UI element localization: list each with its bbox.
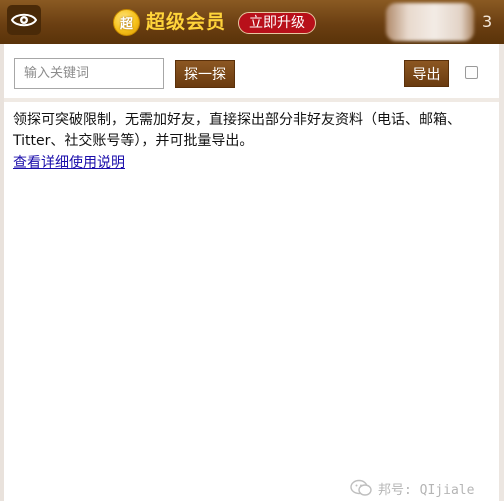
toolbar: 探一探 导出: [4, 44, 499, 98]
eye-toggle-button[interactable]: [7, 5, 41, 35]
vip-badge-icon: 超: [113, 9, 140, 36]
feature-description: 领探可突破限制，无需加好友，直接探出部分非好友资料（电话、邮箱、Titter、社…: [13, 112, 461, 149]
search-input[interactable]: [14, 58, 164, 89]
export-button[interactable]: 导出: [404, 60, 449, 87]
divider: [4, 98, 499, 102]
app-window: 超 超级会员 立即升级 3 探一探 导出 领探可突破限制，无需加好友，直接探出部…: [0, 0, 504, 501]
left-border: [0, 44, 4, 501]
watermark: 邦号: QIjiale: [350, 478, 474, 498]
eye-icon: [11, 13, 37, 27]
wechat-icon: [350, 479, 372, 496]
vip-title: 超级会员: [146, 11, 227, 33]
upgrade-button[interactable]: 立即升级: [238, 12, 316, 34]
select-all-checkbox[interactable]: [465, 66, 478, 79]
watermark-text: 邦号: QIjiale: [378, 482, 475, 498]
right-border: [499, 44, 504, 501]
avatar[interactable]: [386, 3, 474, 41]
explore-button[interactable]: 探一探: [175, 60, 235, 88]
help-link[interactable]: 查看详细使用说明: [13, 153, 125, 174]
header-bar: 超 超级会员 立即升级 3: [0, 0, 504, 44]
description-panel: 领探可突破限制，无需加好友，直接探出部分非好友资料（电话、邮箱、Titter、社…: [13, 110, 489, 174]
header-count: 3: [482, 12, 493, 31]
